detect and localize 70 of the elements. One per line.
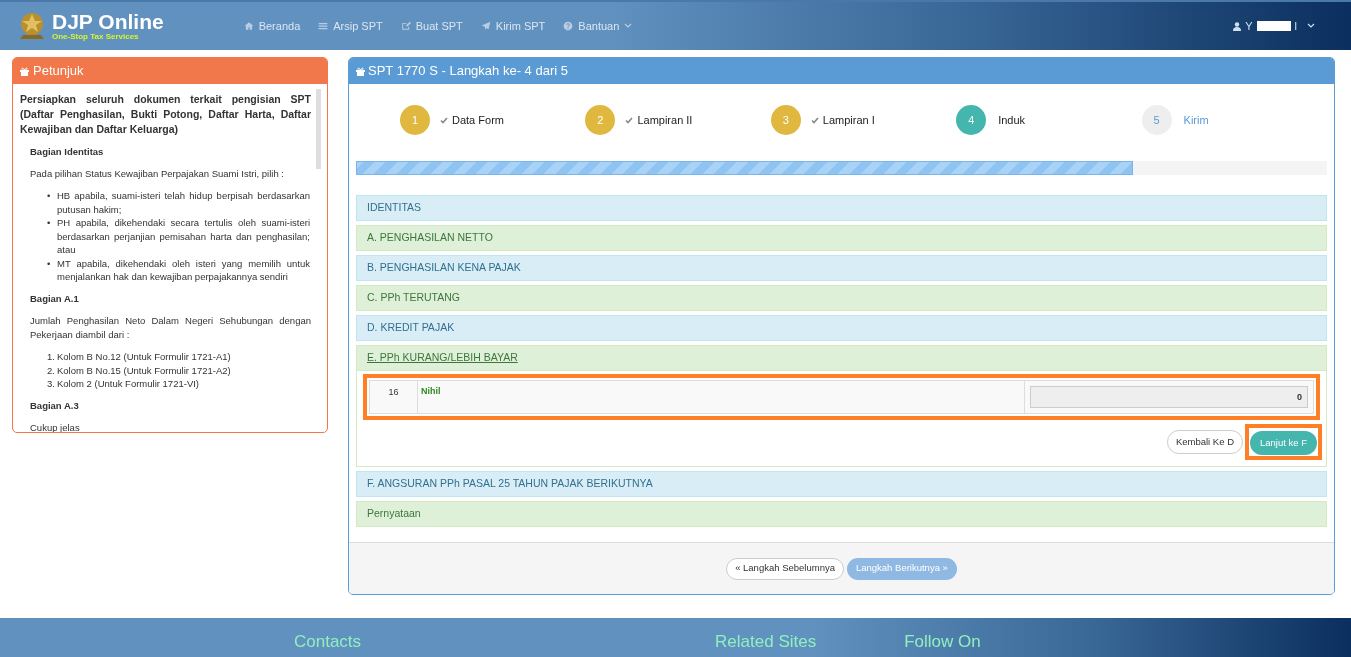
check-icon xyxy=(625,116,634,124)
table-cell: 16 xyxy=(370,381,418,413)
accordion-header[interactable]: Pernyataan xyxy=(356,501,1327,528)
footer-heading: Contacts xyxy=(294,631,362,653)
back-button[interactable]: Kembali Ke D xyxy=(1166,430,1243,455)
list-item: PH apabila, dikehendaki secara tertulis oleh suami-isteri berdasarkan perjanjian pemisahan harta dan penghasilan; atau xyxy=(57,216,311,257)
edit-icon xyxy=(400,21,411,31)
step-number: 5 xyxy=(1141,105,1172,135)
check-icon xyxy=(810,116,819,124)
accordion-header[interactable]: E. PPh KURANG/LEBIH BAYAR xyxy=(356,345,1327,371)
step-number: 1 xyxy=(400,105,430,135)
step-label: Lampiran II xyxy=(625,111,693,129)
nav-link[interactable]: Kirim SPT xyxy=(480,17,546,35)
section-heading: Bagian A.3 xyxy=(30,398,80,413)
step-label: Induk xyxy=(997,112,1026,128)
accordion-header[interactable]: F. ANGSURAN PPh PASAL 25 TAHUN PAJAK BERIKUTNYA xyxy=(356,471,1327,498)
scrollbar[interactable] xyxy=(316,89,321,169)
amount-field[interactable]: 0 xyxy=(1030,386,1308,408)
nav-link[interactable]: Beranda xyxy=(243,17,301,35)
gift-icon xyxy=(356,66,365,76)
step-label: Data Form xyxy=(440,111,504,129)
step-label: Lampiran I xyxy=(810,111,875,129)
accordion-header[interactable]: A. PENGHASILAN NETTO xyxy=(356,225,1327,251)
redaction-bar xyxy=(1256,21,1291,31)
list-marker: • xyxy=(47,189,52,204)
step-number: 4 xyxy=(956,105,987,135)
list-item: Kolom B No.15 (Untuk Formulir 1721-A2) xyxy=(57,363,232,377)
section-text: Pada pilihan Status Kewajiban Perpajakan Suami Istri, pilih : xyxy=(30,167,285,182)
list-marker: • xyxy=(47,216,52,231)
list-item: HB apabila, suami-isteri telah hidup berpisah berdasarkan putusan hakim; xyxy=(57,189,311,217)
user-icon xyxy=(1233,21,1242,31)
panel-header: SPT 1770 S - Langkah ke- 4 dari 5 xyxy=(349,58,1334,84)
send-icon xyxy=(480,21,491,31)
section-text: Cukup jelas xyxy=(30,420,81,432)
nav-link[interactable]: Arsip SPT xyxy=(318,17,383,35)
accordion-header[interactable]: D. KREDIT PAJAK xyxy=(356,315,1327,341)
accordion-header[interactable]: C. PPh TERUTANG xyxy=(356,285,1327,311)
accordion-header[interactable]: B. PENGHASILAN KENA PAJAK xyxy=(356,255,1327,281)
list-marker: 2. xyxy=(47,363,56,377)
list-item: MT apabila, dikehendaki oleh isteri yang memilih untuk menjalankan hak dan kewajiban perpajakannya sendiri xyxy=(57,256,311,284)
section-heading: Bagian Identitas xyxy=(30,145,105,159)
list-marker: 3. xyxy=(47,377,56,391)
list-icon xyxy=(318,21,329,31)
section-heading: Bagian A.1 xyxy=(30,291,80,306)
accordion-header[interactable]: IDENTITAS xyxy=(356,195,1327,221)
intro-text: Persiapkan seluruh dokumen terkait pengisian SPT (Daftar Penghasilan, Bukti Potong, Daftar Harta, Daftar Kewajiban dan Daftar Keluarga) xyxy=(20,92,311,137)
footer-heading: Related Sites xyxy=(715,631,817,653)
list-item: Kolom B No.12 (Untuk Formulir 1721-A1) xyxy=(57,350,232,364)
panel-header: Petunjuk xyxy=(13,58,327,84)
nav-link[interactable]: Bantuan xyxy=(563,17,633,35)
user-menu[interactable]: Y l xyxy=(1233,17,1315,35)
help-icon xyxy=(563,21,574,31)
list-marker: • xyxy=(47,256,52,271)
check-icon xyxy=(440,116,448,124)
section-text: Jumlah Penghasilan Neto Dalam Negeri Sehubungan dengan Pekerjaan diambil dari : xyxy=(30,314,311,342)
nav-link[interactable]: Buat SPT xyxy=(400,17,463,35)
chevron-icon xyxy=(1307,23,1315,29)
list-marker: 1. xyxy=(47,350,56,364)
brand-name: DJP Online xyxy=(52,11,164,32)
step-number: 2 xyxy=(585,105,616,135)
table-cell: Nihil xyxy=(418,381,1025,413)
home-icon xyxy=(243,21,254,31)
brand-tagline: One-Stop Tax Services xyxy=(52,33,140,41)
next-section-button[interactable]: Lanjut ke F xyxy=(1250,431,1317,456)
previous-step-button[interactable]: « Langkah Sebelumnya xyxy=(726,557,844,580)
gift-icon xyxy=(20,66,29,76)
footer-heading: Follow On xyxy=(904,631,981,653)
step-label: Kirim xyxy=(1182,112,1209,128)
step-number: 3 xyxy=(770,105,801,135)
list-item: Kolom 2 (Untuk Formulir 1721-VI) xyxy=(57,377,201,391)
